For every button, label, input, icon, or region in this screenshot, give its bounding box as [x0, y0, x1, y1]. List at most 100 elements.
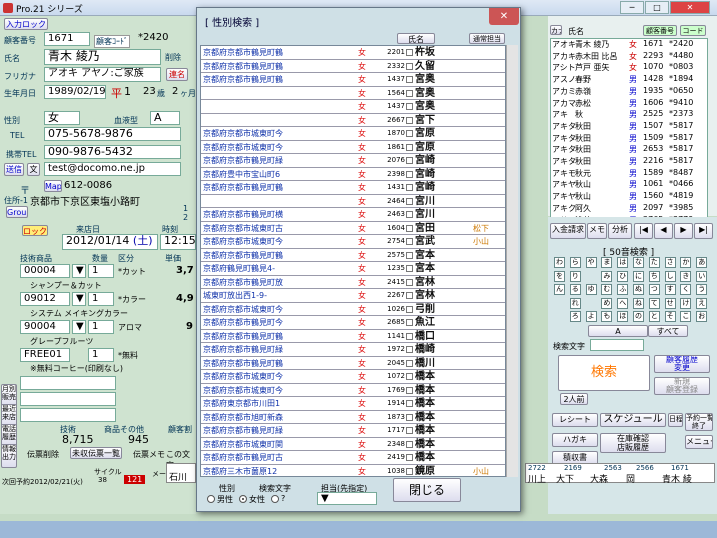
kana-key[interactable]: ま	[601, 257, 613, 268]
row-checkbox[interactable]	[406, 116, 413, 124]
customer-list-row[interactable]: アキ秋 男 2525 *2373	[551, 109, 707, 121]
member-no-field[interactable]: 1671	[44, 32, 90, 46]
kana-key[interactable]: ろ	[569, 311, 581, 322]
kana-key[interactable]: る	[569, 284, 581, 295]
result-row[interactable]: 京都府京都市鶴見町古 女 2419 橋本	[201, 451, 505, 465]
analysis-button[interactable]: 分析	[608, 223, 632, 239]
rlist-header-no[interactable]: 顧客番号	[643, 25, 677, 36]
result-row[interactable]: 京都府京都市城東町今 女 2754 宮武 小山	[201, 235, 505, 249]
result-row[interactable]: 京都府京都市鶴見町鶴 女 1437 宮奥	[201, 73, 505, 87]
row-checkbox[interactable]	[406, 440, 413, 448]
row-checkbox[interactable]	[406, 346, 413, 353]
row-checkbox[interactable]	[406, 103, 413, 110]
mail-send-button[interactable]: 送信	[4, 163, 24, 176]
kana-key[interactable]: へ	[617, 297, 629, 309]
result-row[interactable]: 京都府京都市城東町今 女 1861 宮原	[201, 141, 505, 154]
kana-key[interactable]: ひ	[617, 270, 629, 282]
menu-button[interactable]: メニュー	[685, 435, 713, 449]
radio-female[interactable]	[239, 495, 247, 503]
kana-key[interactable]: つ	[648, 284, 660, 295]
kana-key[interactable]: え	[696, 297, 708, 309]
radio-male[interactable]	[207, 495, 215, 503]
kana-key[interactable]: い	[696, 270, 708, 282]
invoice-button[interactable]: 入金請求	[550, 223, 586, 239]
row-checkbox[interactable]	[406, 359, 413, 367]
all-button[interactable]: すべて	[648, 325, 688, 337]
result-row[interactable]: 京都府京都市鶴見町鶴 女 2201 杵坂	[201, 46, 505, 60]
customer-list-row[interactable]: アオキ 青木 綾乃 女 1671 *2420	[551, 39, 707, 51]
kana-key[interactable]: け	[680, 297, 692, 309]
row-checkbox[interactable]	[406, 157, 413, 164]
kana-key[interactable]: と	[648, 311, 660, 322]
customer-list-row[interactable]: アカマ 赤松 男 1606 *9410	[551, 98, 707, 110]
kana-key[interactable]: ん	[554, 284, 565, 295]
result-row[interactable]: 京都府京都市鶴見町緑 女 2076 宮崎	[201, 154, 505, 168]
dialog-close-button[interactable]: ✕	[489, 8, 519, 25]
row-checkbox[interactable]	[406, 292, 413, 299]
item3-qty[interactable]: 1	[88, 320, 114, 334]
name-field[interactable]: 青木 綾乃	[44, 49, 161, 65]
result-row[interactable]: 京都府鶴見町鶴見4- 女 1235 宮本	[201, 262, 505, 276]
result-row[interactable]: 京都府京都市鶴見町鶴 女 2332 久留	[201, 60, 505, 73]
row-checkbox[interactable]	[406, 49, 413, 56]
customer-list-row[interactable]: アカキ 赤木田 比呂 女 2293 *4480	[551, 51, 707, 63]
hagaki-button[interactable]: ハガキ	[552, 433, 598, 447]
kana-key[interactable]: れ	[569, 297, 581, 309]
new-customer-button[interactable]: 新規 顧客登録	[654, 377, 710, 395]
kana-key[interactable]: や	[585, 257, 597, 268]
kana-key[interactable]: そ	[664, 311, 676, 322]
result-row[interactable]: 京都府京都市鶴見町緑 女 1972 橋崎	[201, 343, 505, 357]
customer-list-row[interactable]: アキヤ 秋山 男 1061 *0466	[551, 179, 707, 191]
result-row[interactable]: 京都府京都市城東町今 女 1026 弓削	[201, 303, 505, 316]
row-checkbox[interactable]	[406, 76, 413, 83]
row-checkbox[interactable]	[406, 373, 413, 380]
row-checkbox[interactable]	[406, 332, 413, 340]
week-button[interactable]: 日程	[668, 413, 683, 427]
result-row[interactable]: 京都府京都市城東町今 女 1072 橋本	[201, 370, 505, 384]
item6-code[interactable]	[20, 392, 116, 406]
item3-code[interactable]: 90004	[20, 320, 70, 334]
item1-qty[interactable]: 1	[88, 264, 114, 278]
kana-key[interactable]: ゆ	[585, 284, 597, 295]
row-checkbox[interactable]	[406, 454, 413, 461]
search-button[interactable]: 検索	[558, 355, 650, 391]
result-row[interactable]: 京都府京都市鶴見町緑 女 1717 橋本	[201, 424, 505, 438]
prev-record-button[interactable]: ◀	[654, 223, 673, 239]
row-checkbox[interactable]	[406, 197, 413, 205]
result-row[interactable]: 京都府京都市城東町今 女 1870 宮原	[201, 127, 505, 141]
customer-list-row[interactable]: アキタ 秋田 男 2653 *5817	[551, 144, 707, 156]
result-row[interactable]: 京都府京都市城東町今 女 1769 橋本	[201, 384, 505, 397]
item1-drop[interactable]: ▼	[72, 264, 86, 278]
item7-code[interactable]	[20, 408, 116, 422]
maximize-button[interactable]: □	[645, 1, 669, 14]
kana-key[interactable]: り	[569, 270, 581, 282]
birth-field[interactable]: 1989/02/19	[44, 85, 106, 99]
visit-date-field[interactable]: 2012/01/14 (土)	[62, 234, 158, 250]
result-row[interactable]: 女 2667 宮下	[201, 114, 505, 127]
row-checkbox[interactable]	[406, 238, 413, 245]
kana-key[interactable]: さ	[664, 257, 676, 268]
tel-field[interactable]: 075-5678-9876	[44, 127, 181, 141]
item2-qty[interactable]: 1	[88, 292, 114, 306]
mobile-field[interactable]: 090-9876-5432	[44, 145, 181, 159]
kana-key[interactable]: う	[696, 284, 708, 295]
close-dialog-button[interactable]: 閉じる	[393, 478, 461, 502]
receipt-button[interactable]: レシート	[552, 413, 598, 427]
input-lock-button[interactable]: 入力ロック	[4, 18, 48, 30]
info-output-button[interactable]: 情報出力	[1, 444, 17, 468]
customer-list-row[interactable]: アキタ 秋田 男 1509 *5817	[551, 133, 707, 145]
kana-key[interactable]: に	[633, 270, 644, 282]
kana-key[interactable]: き	[680, 270, 692, 282]
mail-text-button[interactable]: 文	[27, 163, 40, 176]
kana-key[interactable]: ふ	[617, 284, 629, 295]
result-row[interactable]: 京都府京都市鶴見町今 女 2685 魚江	[201, 316, 505, 330]
item4-code[interactable]: FREE01	[20, 348, 70, 362]
result-row[interactable]: 京都府京都市鶴見町鶴 女 2575 宮本	[201, 249, 505, 262]
mail-field[interactable]: test@docomo.ne.jp	[44, 162, 181, 176]
minimize-button[interactable]: ─	[620, 1, 644, 14]
result-row[interactable]: 城東町放出西1-9- 女 2267 宮林	[201, 289, 505, 303]
row-checkbox[interactable]	[406, 413, 413, 421]
kana-key[interactable]: ぬ	[633, 284, 644, 295]
row-checkbox[interactable]	[406, 305, 413, 313]
radio-unknown[interactable]	[271, 495, 279, 503]
